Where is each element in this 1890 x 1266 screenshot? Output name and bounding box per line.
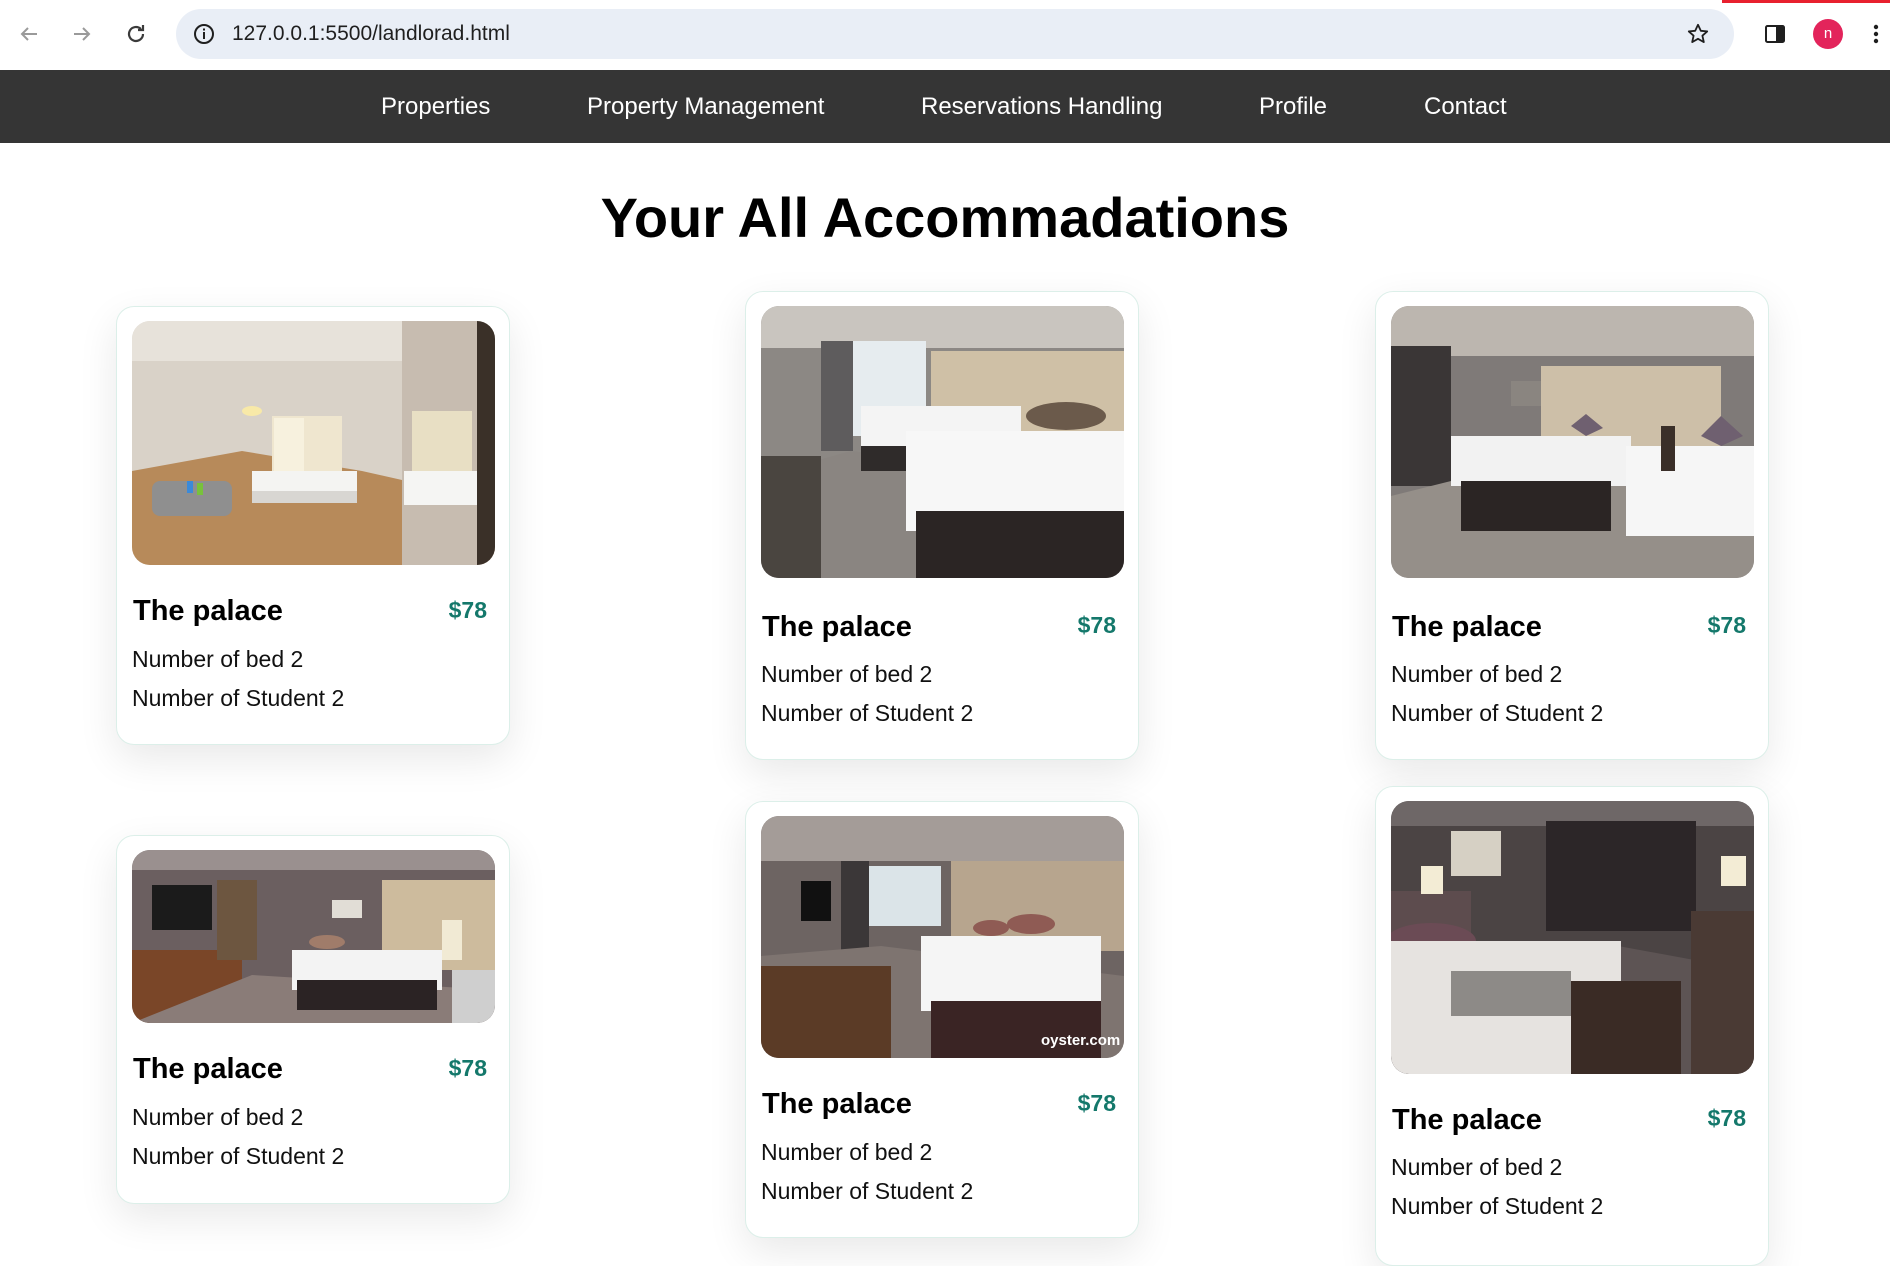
student-count: Number of Student 2 <box>1391 700 1604 726</box>
bookmark-star-icon[interactable] <box>1682 18 1714 50</box>
property-price: $78 <box>1077 1090 1116 1116</box>
property-name: The palace <box>762 611 912 643</box>
student-count: Number of Student 2 <box>1391 1193 1604 1219</box>
forward-button[interactable] <box>62 14 102 54</box>
nav-property-management[interactable]: Property Management <box>587 70 824 143</box>
room-photo <box>761 306 1124 578</box>
side-panel-button[interactable] <box>1755 14 1795 54</box>
property-price: $78 <box>1077 612 1116 638</box>
tab-indicator <box>1722 0 1890 3</box>
property-name: The palace <box>762 1088 912 1120</box>
accommodation-card[interactable]: The palace $78 Number of bed 2 Number of… <box>745 291 1139 760</box>
property-price: $78 <box>448 597 487 623</box>
side-panel-icon <box>1765 25 1785 43</box>
room-photo <box>132 321 495 565</box>
property-price: $78 <box>1707 612 1746 638</box>
accommodation-card[interactable]: The palace $78 Number of bed 2 Number of… <box>1375 786 1769 1266</box>
watermark-logo: oyster.com <box>1041 1032 1120 1049</box>
room-photo <box>1391 306 1754 578</box>
room-photo <box>1391 801 1754 1074</box>
url-text[interactable]: 127.0.0.1:5500/landlorad.html <box>232 9 510 59</box>
arrow-left-icon <box>20 27 37 41</box>
accommodation-card[interactable]: The palace $78 Number of bed 2 Number of… <box>116 835 510 1204</box>
student-count: Number of Student 2 <box>132 1143 345 1169</box>
property-name: The palace <box>133 1053 283 1085</box>
student-count: Number of Student 2 <box>132 685 345 711</box>
site-info-icon[interactable] <box>188 18 220 50</box>
bed-count: Number of bed 2 <box>132 1104 304 1130</box>
back-button[interactable] <box>9 14 49 54</box>
nav-profile[interactable]: Profile <box>1259 70 1327 143</box>
student-count: Number of Student 2 <box>761 700 974 726</box>
kebab-menu-icon <box>1873 24 1879 44</box>
reload-button[interactable] <box>116 14 156 54</box>
arrow-right-icon <box>74 27 91 41</box>
main-nav: Properties Property Management Reservati… <box>0 70 1890 143</box>
profile-avatar[interactable]: n <box>1813 19 1843 49</box>
address-bar[interactable]: 127.0.0.1:5500/landlorad.html <box>176 9 1734 59</box>
accommodation-card[interactable]: The palace $78 Number of bed 2 Number of… <box>116 306 510 745</box>
page-title: Your All Accommadations <box>600 186 1290 249</box>
bed-count: Number of bed 2 <box>1391 1154 1563 1180</box>
room-photo <box>132 850 495 1023</box>
reload-icon <box>127 25 145 43</box>
property-name: The palace <box>1392 611 1542 643</box>
bed-count: Number of bed 2 <box>761 1139 933 1165</box>
property-name: The palace <box>133 595 283 627</box>
property-price: $78 <box>448 1055 487 1081</box>
browser-menu-button[interactable] <box>1862 14 1890 54</box>
room-photo: oyster.com <box>761 816 1124 1058</box>
property-price: $78 <box>1707 1105 1746 1131</box>
bed-count: Number of bed 2 <box>761 661 933 687</box>
accommodation-card[interactable]: oyster.com The palace $78 Number of bed … <box>745 801 1139 1238</box>
bed-count: Number of bed 2 <box>1391 661 1563 687</box>
nav-properties[interactable]: Properties <box>381 70 490 143</box>
property-name: The palace <box>1392 1104 1542 1136</box>
bed-count: Number of bed 2 <box>132 646 304 672</box>
nav-reservations-handling[interactable]: Reservations Handling <box>921 70 1162 143</box>
nav-contact[interactable]: Contact <box>1424 70 1507 143</box>
student-count: Number of Student 2 <box>761 1178 974 1204</box>
browser-toolbar: 127.0.0.1:5500/landlorad.html n <box>0 0 1890 70</box>
accommodation-card[interactable]: The palace $78 Number of bed 2 Number of… <box>1375 291 1769 760</box>
